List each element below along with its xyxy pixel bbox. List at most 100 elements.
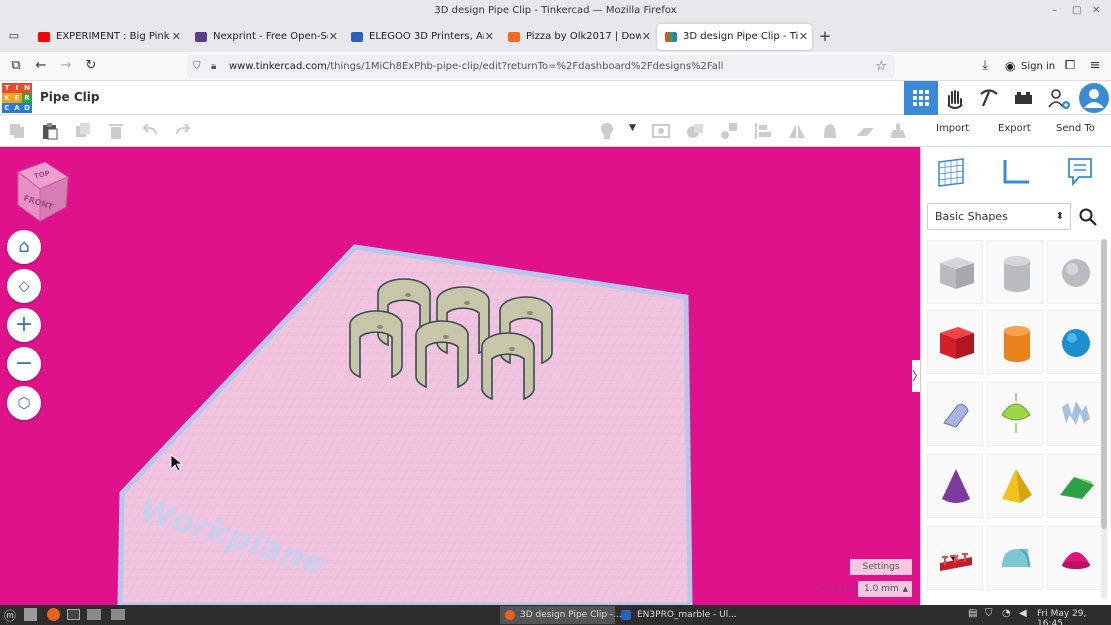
tab-tinkercad[interactable]: 3D design Pipe Clip - Tinker ✕	[657, 24, 812, 50]
close-tab-icon[interactable]: ✕	[172, 24, 181, 50]
logo-letter: A	[12, 103, 22, 113]
shape-half-cylinder[interactable]	[987, 526, 1043, 590]
shape-paraboloid[interactable]	[987, 382, 1043, 446]
invite-people-button[interactable]	[1041, 81, 1075, 115]
workplane-tool-icon[interactable]	[856, 122, 874, 140]
taskbar-item-firefox[interactable]: 3D design Pipe Clip -...	[500, 606, 622, 624]
clock[interactable]: Fri May 29, 16:45	[1037, 609, 1111, 625]
tab-title: Pizza by Olk2017 | Downloa	[526, 31, 641, 42]
copy-icon[interactable]	[8, 122, 26, 140]
tab-nexprint[interactable]: Nexprint - Free Open-Sourc ✕	[187, 24, 342, 50]
undo-icon[interactable]	[141, 122, 159, 140]
terminal-icon[interactable]	[67, 609, 80, 620]
shape-cylinder-hole[interactable]	[987, 240, 1043, 304]
shape-scribble[interactable]	[927, 382, 983, 446]
shape-sphere-hole[interactable]	[1047, 240, 1103, 304]
start-menu-icon[interactable]: ⓜ	[4, 607, 16, 624]
align-icon[interactable]	[754, 122, 772, 140]
ruler-tool-icon[interactable]	[1001, 156, 1033, 188]
shape-pyramid[interactable]	[987, 454, 1043, 518]
shape-sphere[interactable]	[1047, 310, 1103, 374]
close-tab-icon[interactable]: ✕	[799, 24, 808, 50]
volume-icon[interactable]: ◀	[1019, 608, 1027, 619]
shape-cone[interactable]	[927, 454, 983, 518]
show-all-icon[interactable]	[652, 122, 670, 140]
fit-view-button[interactable]: ⬦	[7, 269, 41, 303]
downloads-icon[interactable]: ⤓	[975, 56, 995, 76]
import-button[interactable]: Import	[936, 123, 969, 134]
lightbulb-icon[interactable]	[598, 122, 616, 140]
send-to-button[interactable]: Send To	[1056, 123, 1095, 134]
shapes-scrollbar[interactable]	[1101, 239, 1107, 599]
taskbar-item-slicer[interactable]: EN3PRO_marble - Ul...	[617, 606, 737, 624]
tab-list-icon[interactable]: ▭	[4, 26, 24, 46]
shield-icon[interactable]: ⛉	[985, 608, 993, 619]
shape-cylinder[interactable]	[987, 310, 1043, 374]
sign-in-button[interactable]: ◉ Sign in	[1003, 57, 1055, 76]
notes-dropdown-icon[interactable]: ▼	[629, 123, 636, 133]
delete-icon[interactable]	[107, 122, 125, 140]
3d-viewport[interactable]: TOP FRONT Workplane ⌂ ⬦ + − ⬡ Settings S…	[0, 147, 920, 605]
maximize-button[interactable]: □	[1072, 0, 1081, 21]
forward-icon[interactable]: →	[56, 56, 76, 76]
tab-elegoo[interactable]: ELEGOO 3D Printers, Arduin ✕	[343, 24, 498, 50]
lock-icon[interactable]: 🔒︎	[211, 55, 216, 78]
ruler-icon[interactable]	[889, 122, 907, 140]
shape-box[interactable]	[927, 310, 983, 374]
blocks-button[interactable]	[938, 81, 972, 115]
shape-text-blob[interactable]	[1047, 382, 1103, 446]
cruise-icon[interactable]	[821, 122, 839, 140]
3d-view-button[interactable]	[904, 81, 938, 115]
ungroup-icon[interactable]	[720, 122, 738, 140]
orthographic-button[interactable]: ⬡	[7, 386, 41, 420]
wifi-icon[interactable]: ◔	[1002, 608, 1011, 619]
user-avatar[interactable]	[1077, 81, 1111, 115]
settings-button[interactable]: Settings	[850, 559, 912, 575]
redo-icon[interactable]	[174, 122, 192, 140]
circuits-button[interactable]	[972, 81, 1006, 115]
show-desktop-icon[interactable]	[24, 608, 37, 621]
snap-grid-select[interactable]: 1.0 mm ▲	[858, 581, 912, 597]
minimize-button[interactable]: –	[1052, 0, 1057, 21]
file-manager-icon[interactable]	[87, 609, 101, 620]
paste-icon[interactable]	[41, 122, 59, 140]
folder-icon[interactable]	[111, 609, 125, 620]
close-tab-icon[interactable]: ✕	[485, 24, 494, 50]
workplane-icon[interactable]	[936, 156, 968, 188]
logo-letter: N	[22, 83, 32, 93]
close-tab-icon[interactable]: ✕	[642, 24, 651, 50]
shape-box-hole[interactable]	[927, 240, 983, 304]
bookmark-star-icon[interactable]: ☆	[875, 55, 887, 78]
close-tab-icon[interactable]: ✕	[329, 24, 338, 50]
clipboard-icon[interactable]: ▤	[968, 608, 977, 619]
reload-icon[interactable]: ↻	[81, 56, 101, 76]
duplicate-icon[interactable]	[74, 122, 92, 140]
bricks-button[interactable]	[1006, 81, 1040, 115]
new-tab-icon[interactable]: +	[815, 26, 835, 46]
firefox-icon[interactable]	[47, 608, 60, 621]
shape-half-sphere[interactable]	[1047, 526, 1103, 590]
zoom-out-button[interactable]: −	[7, 347, 41, 381]
shape-library-select[interactable]: Basic Shapes ⬍	[927, 203, 1071, 230]
home-view-button[interactable]: ⌂	[7, 230, 41, 264]
search-shapes-button[interactable]	[1073, 203, 1103, 230]
scrollbar-thumb[interactable]	[1101, 239, 1107, 529]
mirror-icon[interactable]	[788, 122, 806, 140]
shape-text[interactable]	[927, 526, 983, 590]
permissions-icon[interactable]: ⛉	[193, 55, 201, 78]
notes-icon[interactable]	[1064, 156, 1096, 188]
close-window-button[interactable]: ✕	[1092, 0, 1100, 21]
extensions-icon[interactable]: ⧠	[1060, 56, 1080, 76]
tab-experiment[interactable]: EXPERIMENT : Big Pink Erup ✕	[30, 24, 185, 50]
group-icon[interactable]	[686, 122, 704, 140]
design-title[interactable]: Pipe Clip	[40, 90, 99, 104]
menu-icon[interactable]: ≡	[1085, 56, 1105, 76]
sidebar-toggle-icon[interactable]: ⧉	[6, 56, 26, 76]
export-button[interactable]: Export	[998, 123, 1031, 134]
tinkercad-logo[interactable]: T I N K E R C A D	[2, 83, 32, 113]
zoom-in-button[interactable]: +	[7, 308, 41, 342]
tab-pizza[interactable]: Pizza by Olk2017 | Downloa ✕	[500, 24, 655, 50]
shape-roof[interactable]	[1047, 454, 1103, 518]
back-icon[interactable]: ←	[31, 56, 51, 76]
url-bar[interactable]: ⛉ 🔒︎ www.tinkercad.com/things/1MiCh8ExPh…	[187, 55, 895, 78]
